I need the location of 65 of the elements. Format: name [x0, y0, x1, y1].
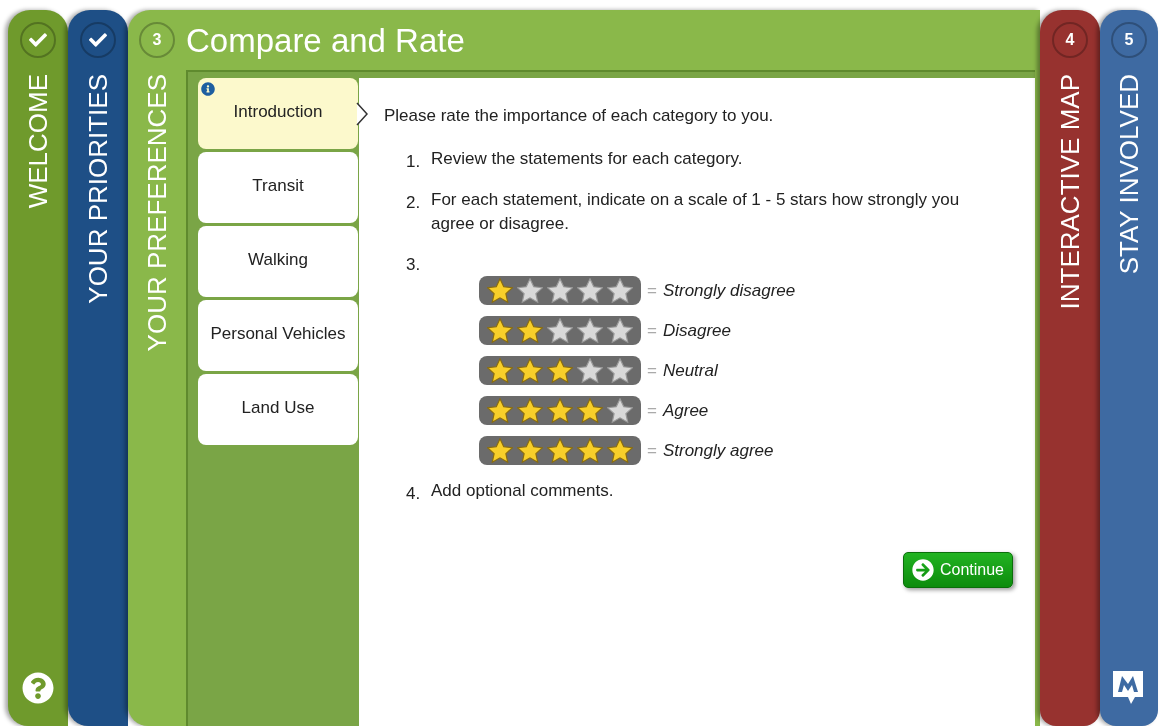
star-icon [607, 358, 633, 383]
arrow-icon [911, 558, 934, 581]
equals-sign: = [647, 439, 657, 462]
star-icon [547, 278, 573, 303]
equals-sign: = [647, 319, 657, 342]
star-icon [547, 358, 573, 383]
list-number: 1. [406, 150, 422, 173]
continue-button[interactable]: Continue [902, 551, 1013, 588]
star-icon [577, 438, 603, 463]
intro-text: Please rate the importance of each category to you. [384, 105, 775, 127]
step-number: 3 [152, 30, 162, 50]
page-title: Compare and Rate [186, 23, 465, 57]
star-icon [607, 318, 633, 343]
list-number: 3. [406, 254, 422, 276]
info-icon [201, 82, 215, 96]
check-icon [89, 31, 107, 49]
step-label[interactable]: STAY INVOLVED [1116, 74, 1142, 275]
category-tab[interactable]: Introduction [198, 78, 358, 149]
list-number: 2. [406, 192, 422, 214]
step-label[interactable]: YOUR PRIORITIES [85, 74, 111, 304]
star-icon [607, 278, 633, 303]
step-label[interactable]: INTERACTIVE MAP [1057, 74, 1083, 310]
star-icon [577, 398, 603, 423]
instruction-text: Review the statements for each category. [431, 147, 744, 170]
category-tab[interactable]: Personal Vehicles [198, 300, 358, 371]
star-icon [607, 398, 633, 423]
star-icon [577, 318, 603, 343]
star-icon [607, 438, 633, 463]
category-tab[interactable]: Walking [198, 226, 358, 297]
star-icon [487, 278, 513, 303]
check-icon [29, 31, 47, 49]
star-icon [487, 438, 513, 463]
step-number: 4 [1065, 30, 1075, 50]
star-icon [487, 398, 513, 423]
star-icon [547, 438, 573, 463]
equals-sign: = [647, 359, 657, 382]
rating-label: Neutral [662, 359, 718, 382]
rating-label: Disagree [662, 319, 731, 342]
star-icon [547, 318, 573, 343]
star-icon [547, 398, 573, 423]
step-strip[interactable]: YOUR PRIORITIES [68, 10, 128, 726]
star-icon [517, 398, 543, 423]
star-icon [487, 318, 513, 343]
star-icon [517, 358, 543, 383]
category-tab[interactable]: Transit [198, 152, 358, 223]
help-icon[interactable] [22, 672, 54, 704]
step-number: 5 [1124, 30, 1134, 50]
equals-sign: = [647, 279, 657, 302]
category-tab[interactable]: Land Use [198, 374, 358, 445]
step-strip[interactable]: 4 INTERACTIVE MAP [1040, 10, 1100, 726]
star-icon [517, 438, 543, 463]
rating-label: Agree [662, 399, 709, 422]
star-icon [577, 278, 603, 303]
star-icon [517, 278, 543, 303]
step-strip[interactable]: 5 STAY INVOLVED [1100, 10, 1158, 726]
star-icon [517, 318, 543, 343]
star-icon [577, 358, 603, 383]
logo-icon[interactable] [1110, 668, 1146, 706]
star-icon [487, 358, 513, 383]
rating-label: Strongly disagree [662, 279, 796, 302]
equals-sign: = [647, 399, 657, 422]
rating-label: Strongly agree [662, 439, 774, 462]
instruction-text: For each statement, indicate on a scale of 1 - 5 stars how strongly you agree or disagree. [431, 189, 961, 235]
list-number: 4. [406, 483, 422, 505]
instruction-text: Add optional comments. [431, 480, 615, 502]
